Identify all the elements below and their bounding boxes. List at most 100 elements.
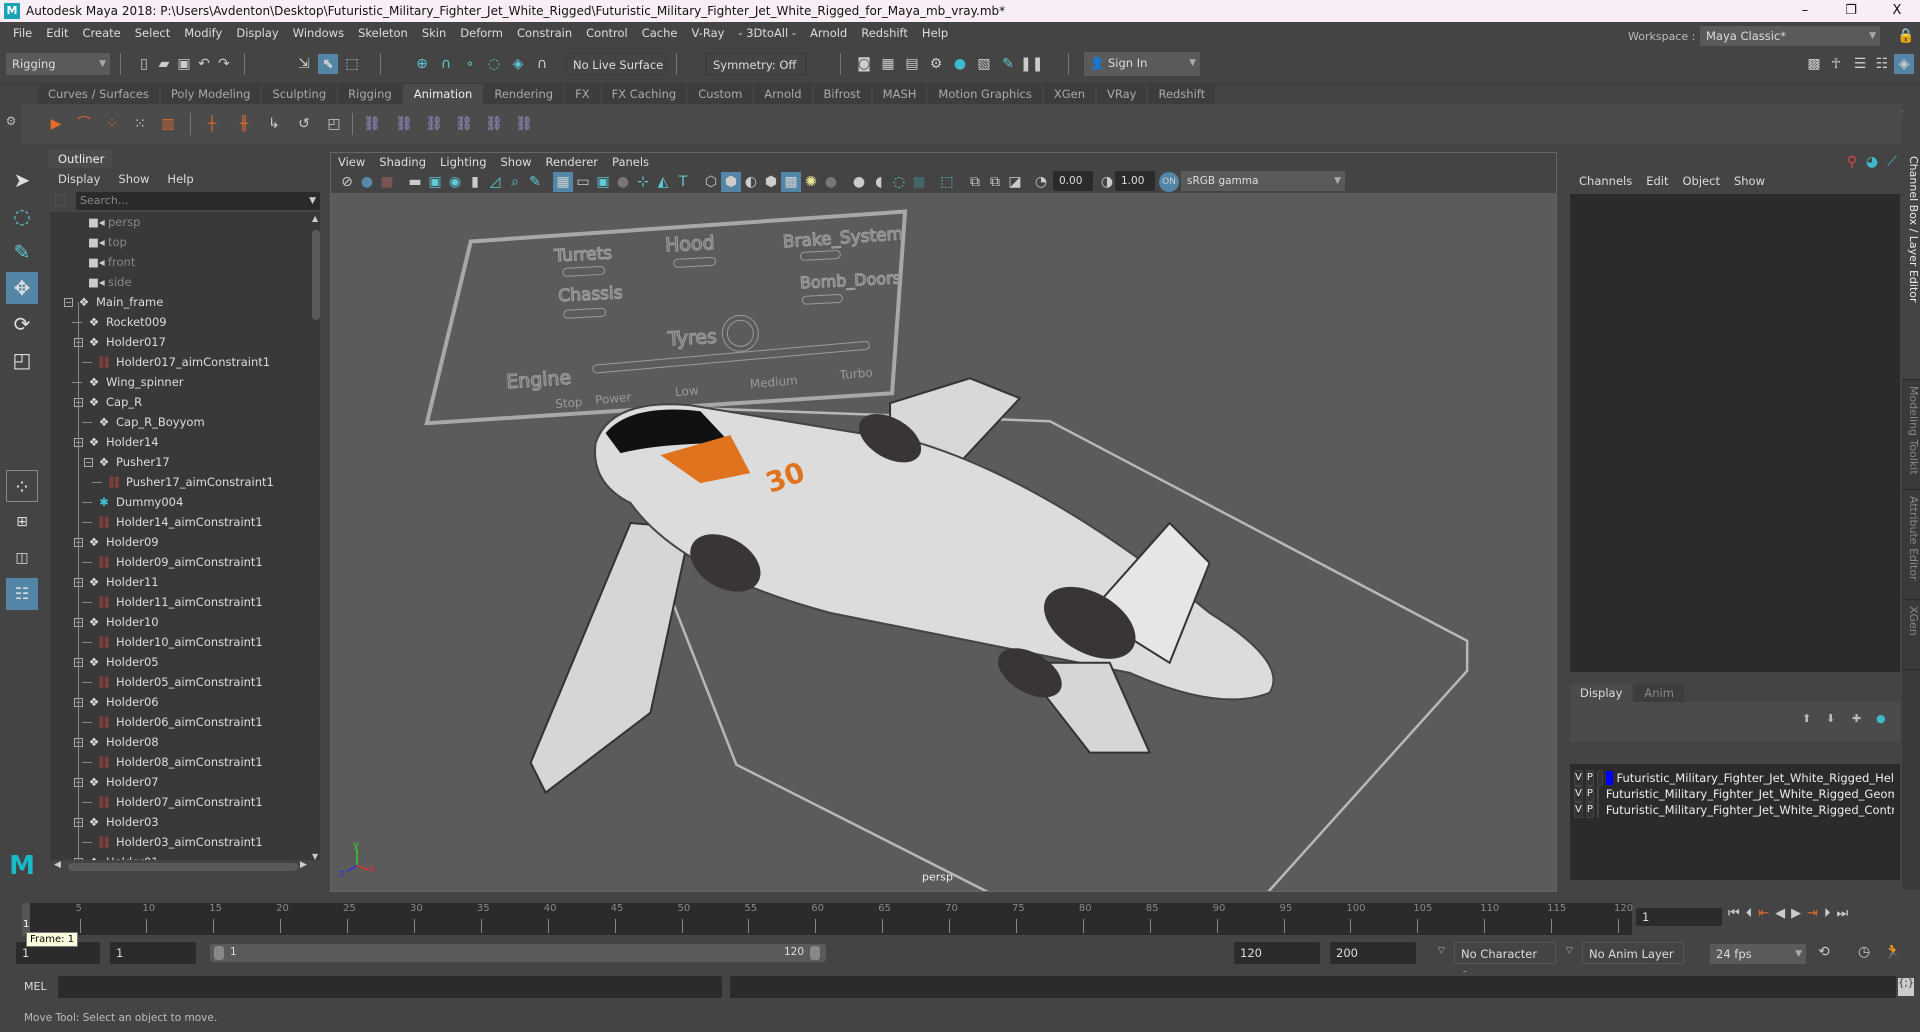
render-setup-icon[interactable]: ▧ <box>974 54 994 74</box>
shelf-tab-vray[interactable]: VRay <box>1097 84 1147 104</box>
outliner-item[interactable]: ⛓ Holder09_aimConstraint1 <box>96 552 263 572</box>
snap-to-grid-icon[interactable]: ⊕ <box>412 54 432 74</box>
side-tab-xgen[interactable]: XGen <box>1902 600 1920 670</box>
shelf-tab-arnold[interactable]: Arnold <box>754 84 812 104</box>
step-forward-frame-icon[interactable]: ⏵ <box>1824 906 1831 921</box>
outliner-item[interactable]: ❖ Rocket009 <box>86 312 167 332</box>
outliner-item[interactable]: ❖ Main_frame <box>76 292 163 312</box>
outliner-item[interactable]: ❖ Holder05 <box>86 652 159 672</box>
menu-file[interactable]: File <box>6 26 39 40</box>
motion-blur-icon[interactable]: ◖ <box>869 172 889 192</box>
select-by-object-icon[interactable]: ⬉ <box>318 54 338 74</box>
filter-icon[interactable]: ⬚ <box>54 192 70 210</box>
parent-constraint-icon[interactable]: ⛓ <box>362 114 382 134</box>
fps-dropdown[interactable]: 24 fps ▼ <box>1710 944 1806 964</box>
shelf-tab-rendering[interactable]: Rendering <box>484 84 564 104</box>
loop-icon[interactable]: ⟲ <box>1818 944 1830 960</box>
viewport-menu-show[interactable]: Show <box>494 153 539 171</box>
collapse-toggle-icon[interactable]: − <box>64 298 73 307</box>
anti-aliasing-icon[interactable]: ◌ <box>889 172 909 192</box>
outliner-item[interactable]: ■◂ side <box>88 272 132 292</box>
trax-editor-icon[interactable]: ▥ <box>158 114 178 134</box>
graph-editor-icon[interactable]: ⌒ <box>74 114 94 134</box>
render-frame-icon[interactable]: ▦ <box>878 54 898 74</box>
wireframe-on-shaded-icon[interactable]: ⬢ <box>761 172 781 192</box>
live-surface-field[interactable]: No Live Surface <box>566 53 666 75</box>
orient-constraint-icon[interactable]: ⛓ <box>424 114 444 134</box>
outliner-item[interactable]: ⛓ Holder05_aimConstraint1 <box>96 672 263 692</box>
viewport-scene[interactable]: Turrets Hood Brake_System Chassis Bomb_D… <box>331 193 1556 891</box>
scroll-left-icon[interactable]: ◀ <box>54 860 61 870</box>
step-forward-key-icon[interactable]: ⇥ <box>1807 906 1818 921</box>
open-scene-icon[interactable]: ▰ <box>154 54 174 74</box>
outliner-item[interactable]: ⛓ Holder14_aimConstraint1 <box>96 512 263 532</box>
playback-end-field[interactable]: 120 <box>1234 942 1320 964</box>
sign-in-dropdown[interactable]: 👤 Sign In ▼ <box>1084 52 1200 76</box>
play-backwards-icon[interactable]: ◀ <box>1775 906 1785 921</box>
range-start-handle[interactable] <box>214 946 224 960</box>
anim-layer-arrow-icon[interactable]: ▽ <box>1566 946 1573 956</box>
shelf-tab-animation[interactable]: Animation <box>403 84 483 104</box>
lasso-tool-icon[interactable]: ◌ <box>6 200 38 232</box>
exposure-icon[interactable]: ◔ <box>1031 172 1051 192</box>
outliner-item[interactable]: ⛓ Holder11_aimConstraint1 <box>96 592 263 612</box>
snap-to-edge-icon[interactable]: ∩ <box>532 54 552 74</box>
select-by-component-icon[interactable]: ⬚ <box>342 54 362 74</box>
move-tool-icon[interactable]: ✥ <box>6 272 38 304</box>
image-plane-icon[interactable]: ◿ <box>485 172 505 192</box>
film-gate-icon[interactable]: ▭ <box>573 172 593 192</box>
side-tab-modeling-toolkit[interactable]: Modeling Toolkit <box>1902 380 1920 490</box>
outliner-tab[interactable]: Outliner <box>48 150 112 168</box>
channel-box-menu-edit[interactable]: Edit <box>1641 172 1677 190</box>
safe-title-icon[interactable]: T <box>673 172 693 192</box>
side-tab-channel-box-layer-editor[interactable]: Channel Box / Layer Editor <box>1902 150 1920 380</box>
single-perspective-layout-icon[interactable]: ⁘ <box>6 470 38 502</box>
step-back-key-icon[interactable]: ⇤ <box>1758 906 1769 921</box>
menu-modify[interactable]: Modify <box>177 26 229 40</box>
new-scene-icon[interactable]: ▯ <box>134 54 154 74</box>
channel-box-icon[interactable]: ◈ <box>1894 54 1914 74</box>
play-forwards-icon[interactable]: ▶ <box>1791 906 1801 921</box>
end-time-field[interactable]: 200 <box>1330 942 1416 964</box>
fighter-jet-model[interactable]: 30 <box>529 377 1275 795</box>
shelf-tab-fx[interactable]: FX <box>565 84 600 104</box>
snap-to-view-plane-icon[interactable]: ◌ <box>484 54 504 74</box>
outliner-layout-icon[interactable]: ☷ <box>6 578 38 610</box>
shelf-settings-icon[interactable]: ⚙ <box>0 84 22 144</box>
animation-preferences-icon[interactable]: 🏃 <box>1884 944 1901 960</box>
layer-visibility-toggle[interactable]: V <box>1574 802 1583 818</box>
outliner-item[interactable]: ❖ Holder07 <box>86 772 159 792</box>
key-scale-icon[interactable]: ◰ <box>324 114 344 134</box>
menu-control[interactable]: Control <box>579 26 635 40</box>
xray-joints-icon[interactable]: ⧉ <box>985 172 1005 192</box>
viewport-menu-shading[interactable]: Shading <box>372 153 433 171</box>
bookmark-icon[interactable]: ▮ <box>465 172 485 192</box>
menu-deform[interactable]: Deform <box>453 26 510 40</box>
resolution-gate-icon[interactable]: ▣ <box>593 172 613 192</box>
set-breakdown-icon[interactable]: ╫ <box>234 114 254 134</box>
safe-action-icon[interactable]: ◭ <box>653 172 673 192</box>
outliner-menu-show[interactable]: Show <box>108 170 157 188</box>
field-chart-icon[interactable]: ⊹ <box>633 172 653 192</box>
xray-icon[interactable]: ⧉ <box>965 172 985 192</box>
gamma-icon[interactable]: ◑ <box>1097 172 1117 192</box>
layer-color-swatch[interactable] <box>1606 771 1613 785</box>
render-view-icon[interactable]: ◙ <box>854 54 874 74</box>
new-layer-from-selection-icon[interactable]: ● <box>1876 712 1886 725</box>
layer-row[interactable]: V P Futuristic_Military_Fighter_Jet_White_… <box>1574 800 1894 820</box>
aim-constraint-icon[interactable]: ⛓ <box>484 114 504 134</box>
outliner-search-input[interactable]: Search... ▼ <box>76 192 320 210</box>
outliner-item[interactable]: ■◂ top <box>88 232 127 252</box>
move-layer-up-icon[interactable]: ⬆ <box>1802 712 1811 725</box>
pole-vector-constraint-icon[interactable]: ⛓ <box>514 114 534 134</box>
undo-icon[interactable]: ↶ <box>194 54 214 74</box>
outliner-item[interactable]: ❖ Cap_R_Boyyom <box>96 412 205 432</box>
outliner-item[interactable]: ⛓ Holder10_aimConstraint1 <box>96 632 263 652</box>
grid-icon[interactable]: ▦ <box>553 172 573 192</box>
workspace-dropdown[interactable]: Maya Classic* ▼ <box>1700 26 1880 46</box>
outliner-item[interactable]: ❖ Holder10 <box>86 612 159 632</box>
color-space-dropdown[interactable]: sRGB gamma ▼ <box>1181 171 1345 191</box>
collapse-toggle-icon[interactable]: − <box>84 458 93 467</box>
shelf-tab-xgen[interactable]: XGen <box>1043 84 1095 104</box>
channel-box-menu-show[interactable]: Show <box>1729 172 1774 190</box>
